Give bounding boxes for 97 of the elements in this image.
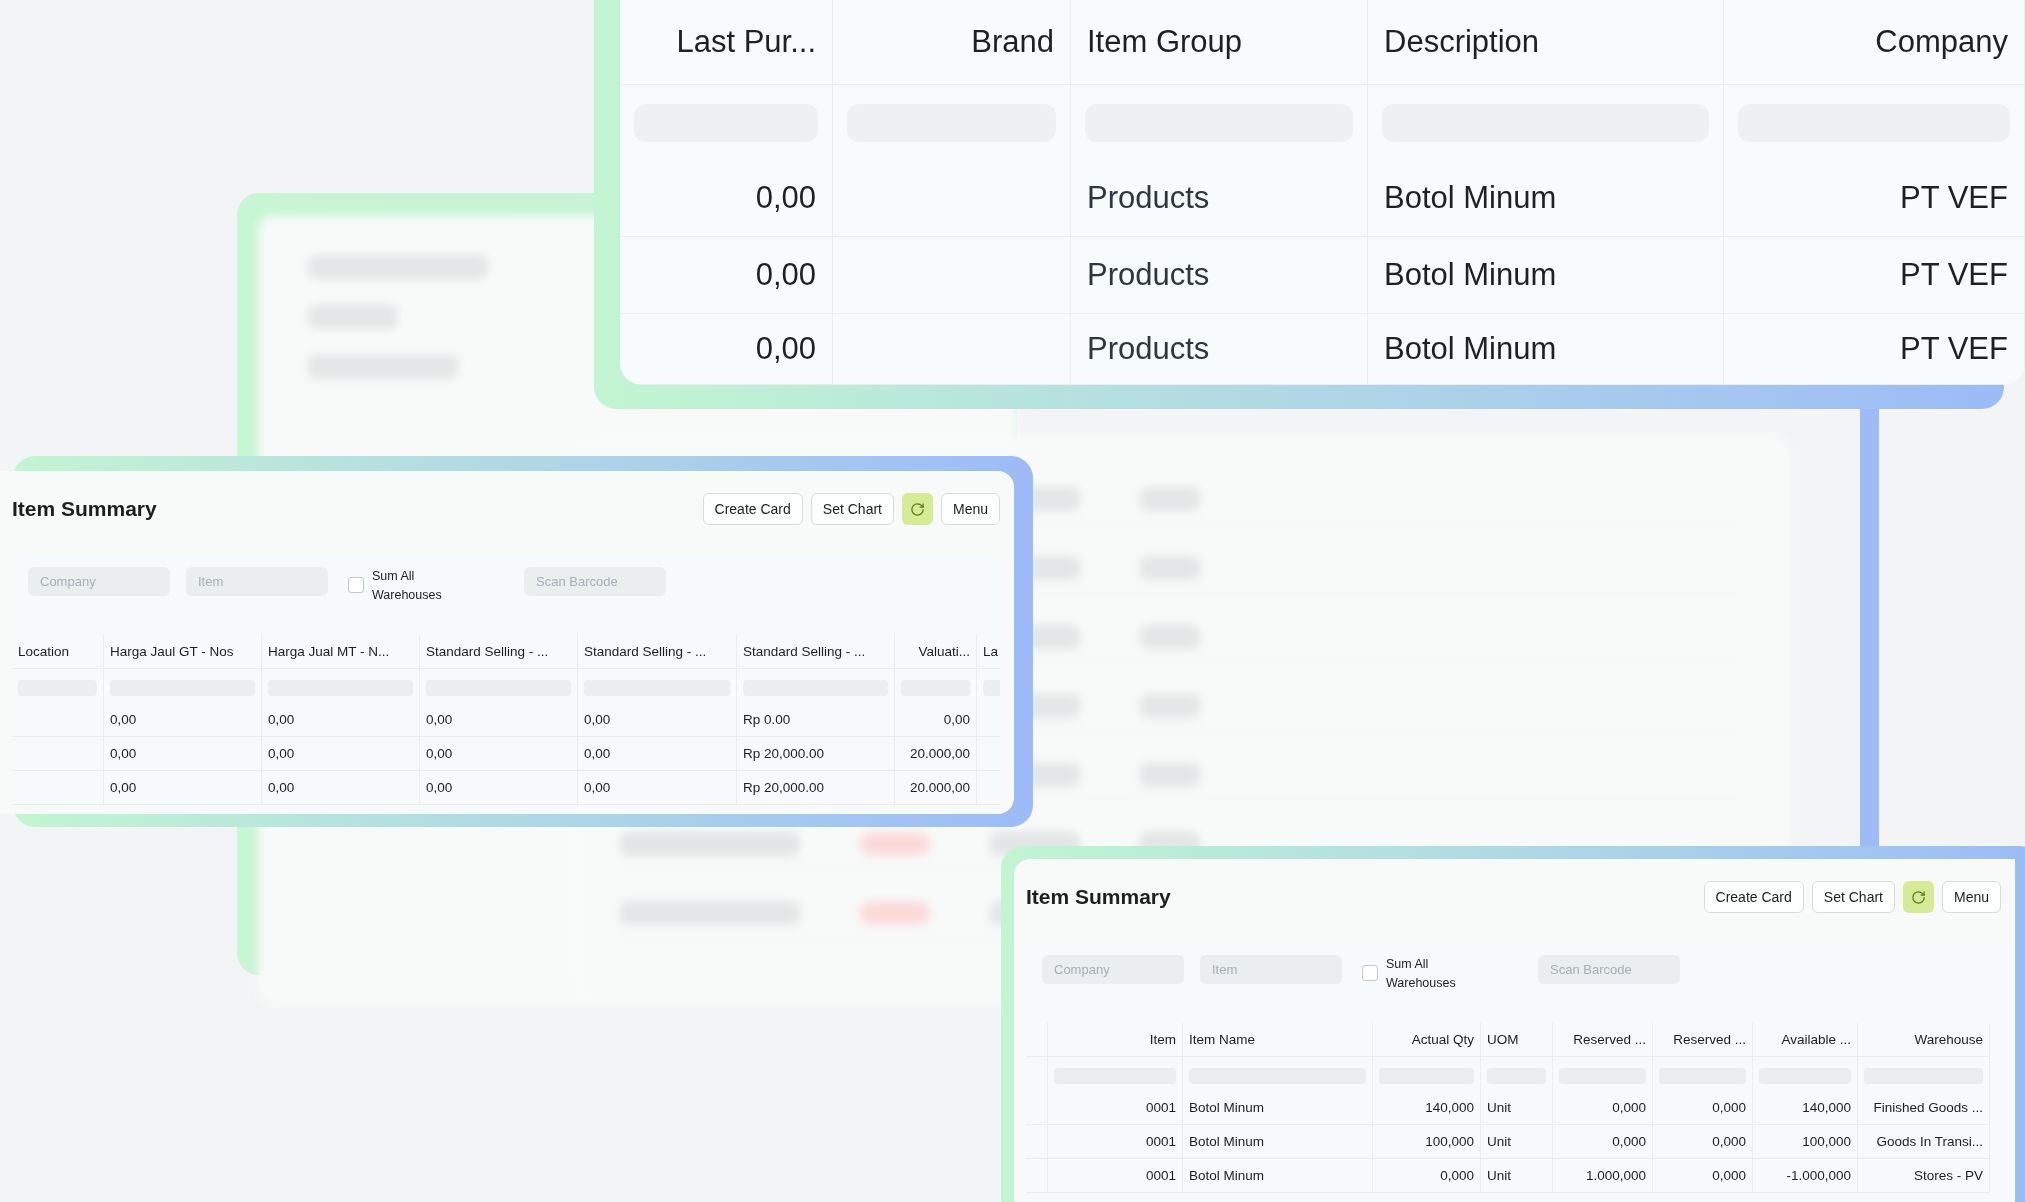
- table-cell: Botol Minum: [1183, 1091, 1373, 1125]
- menu-button[interactable]: Menu: [940, 493, 1000, 525]
- company-field[interactable]: Company: [28, 567, 170, 596]
- column-header[interactable]: Warehouse: [1858, 1023, 1990, 1057]
- column-header[interactable]: Standard Selling - ...: [420, 635, 578, 669]
- table-cell: 0,00: [420, 771, 578, 805]
- table-cell: 0,00: [104, 771, 262, 805]
- table-cell: 1.000,000: [1553, 1159, 1653, 1193]
- table-cell: Botol Minum: [1368, 237, 1724, 314]
- barcode-field[interactable]: Scan Barcode: [524, 567, 666, 596]
- column-header[interactable]: UOM: [1481, 1023, 1553, 1057]
- table-cell: Rp 20,000.00: [737, 771, 895, 805]
- table-cell: Botol Minum: [1368, 160, 1724, 237]
- refresh-icon: [1910, 889, 1926, 905]
- table-cell: 0,00: [104, 703, 262, 737]
- table-cell: PT VEF: [1724, 160, 2025, 237]
- menu-button[interactable]: Menu: [1941, 881, 2001, 913]
- table-cell: -1.000,000: [1753, 1159, 1858, 1193]
- table-cell: Rp 0.00: [737, 703, 895, 737]
- column-header[interactable]: Standard Selling - ...: [737, 635, 895, 669]
- table-cell: 140,000: [1753, 1091, 1858, 1125]
- table-cell: 20.000,00: [895, 771, 977, 805]
- column-header[interactable]: Company: [1724, 0, 2025, 85]
- toolbar-button[interactable]: Create Card: [702, 493, 803, 525]
- table-cell: 0,000: [1653, 1125, 1753, 1159]
- table-cell: 140,000: [1373, 1091, 1481, 1125]
- table-cell: Unit: [1481, 1125, 1553, 1159]
- table-cell: 0001: [1048, 1125, 1183, 1159]
- checkbox-label: Sum All Warehouses: [1386, 956, 1457, 992]
- table-cell: Unit: [1481, 1159, 1553, 1193]
- table-cell: 0,00: [620, 160, 833, 237]
- table-cell: 0,00: [104, 737, 262, 771]
- column-header[interactable]: Last Pur...: [620, 0, 833, 85]
- table-cell: Products: [1071, 314, 1368, 385]
- table-cell: 0,00: [420, 737, 578, 771]
- column-header[interactable]: Location: [12, 635, 104, 669]
- table-cell: 0,00: [578, 703, 737, 737]
- column-header[interactable]: Description: [1368, 0, 1724, 85]
- table-cell: 0001: [1048, 1091, 1183, 1125]
- column-header[interactable]: Item Group: [1071, 0, 1368, 85]
- table-cell: 0,00: [620, 314, 833, 385]
- table-cell: PT VEF: [1724, 314, 2025, 385]
- table-cell: 0,000: [1553, 1091, 1653, 1125]
- table-cell: Botol Minum: [1368, 314, 1724, 385]
- table-cell: 0,00: [262, 703, 420, 737]
- table-cell: 0,00: [578, 737, 737, 771]
- table-cell: 100,000: [1373, 1125, 1481, 1159]
- table-cell: Finished Goods ...: [1858, 1091, 1990, 1125]
- table-cell: 0,00: [262, 771, 420, 805]
- table-cell: 0,00: [578, 771, 737, 805]
- table-cell: 0,000: [1653, 1091, 1753, 1125]
- panel-title: Item Summary: [12, 497, 157, 521]
- column-header[interactable]: Item: [1048, 1023, 1183, 1057]
- table-cell: Botol Minum: [1183, 1125, 1373, 1159]
- column-header[interactable]: Reserved ...: [1553, 1023, 1653, 1057]
- barcode-field[interactable]: Scan Barcode: [1538, 955, 1680, 984]
- table-cell: 0001: [1048, 1159, 1183, 1193]
- column-header[interactable]: Reserved ...: [1653, 1023, 1753, 1057]
- column-header[interactable]: Actual Qty: [1373, 1023, 1481, 1057]
- column-header[interactable]: Standard Selling - ...: [578, 635, 737, 669]
- table-cell: 0,000: [1553, 1125, 1653, 1159]
- checkbox[interactable]: [1362, 965, 1378, 981]
- refresh-button[interactable]: [1902, 881, 1934, 913]
- table-cell: PT VEF: [1724, 237, 2025, 314]
- table-cell: Botol Minum: [1183, 1159, 1373, 1193]
- column-header[interactable]: Item Name: [1183, 1023, 1373, 1057]
- table-cell: 0,000: [1373, 1159, 1481, 1193]
- table-cell: Stores - PV: [1858, 1159, 1990, 1193]
- table-cell: 0,00: [895, 703, 977, 737]
- table-cell: 0,000: [1653, 1159, 1753, 1193]
- column-header[interactable]: Available ...: [1753, 1023, 1858, 1057]
- refresh-icon: [909, 501, 925, 517]
- column-header[interactable]: Brand: [833, 0, 1071, 85]
- table-cell: 20.000,00: [895, 737, 977, 771]
- checkbox[interactable]: [348, 577, 364, 593]
- table-cell: Products: [1071, 237, 1368, 314]
- refresh-button[interactable]: [901, 493, 933, 525]
- table-cell: Rp 20,000.00: [737, 737, 895, 771]
- table-cell: 100,000: [1753, 1125, 1858, 1159]
- column-header[interactable]: Harga Jaul GT - Nos: [104, 635, 262, 669]
- table-cell: Goods In Transi...: [1858, 1125, 1990, 1159]
- column-header[interactable]: Harga Jual MT - N...: [262, 635, 420, 669]
- panel-title: Item Summary: [1026, 885, 1171, 909]
- toolbar-button[interactable]: Create Card: [1703, 881, 1804, 913]
- table-cell: Products: [1071, 160, 1368, 237]
- company-field[interactable]: Company: [1042, 955, 1184, 984]
- item-field[interactable]: Item: [1200, 955, 1342, 984]
- table-cell: 0,00: [262, 737, 420, 771]
- column-header[interactable]: Valuati...: [895, 635, 977, 669]
- table-cell: Unit: [1481, 1091, 1553, 1125]
- item-field[interactable]: Item: [186, 567, 328, 596]
- checkbox-label: Sum All Warehouses: [372, 568, 443, 604]
- table-cell: 0,00: [420, 703, 578, 737]
- toolbar-button[interactable]: Set Chart: [1811, 881, 1895, 913]
- toolbar-button[interactable]: Set Chart: [810, 493, 894, 525]
- table-cell: 0,00: [620, 237, 833, 314]
- column-header[interactable]: La: [977, 635, 1000, 669]
